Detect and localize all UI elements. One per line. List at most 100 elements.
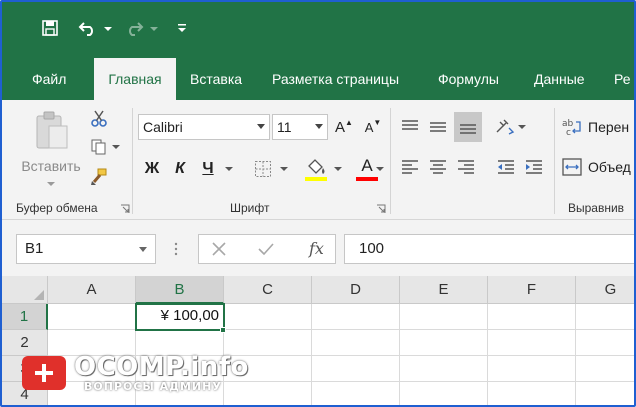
align-top-icon: [401, 120, 419, 134]
orientation-button[interactable]: [492, 114, 528, 140]
tab-home[interactable]: Главная: [94, 58, 176, 100]
align-top-button[interactable]: [398, 114, 422, 140]
column-header-b[interactable]: B: [136, 276, 224, 304]
chevron-down-icon: [139, 247, 147, 252]
cell-b1[interactable]: ¥ 100,00: [135, 303, 225, 331]
format-painter-button[interactable]: [88, 166, 110, 188]
chevron-down-icon: [104, 27, 112, 31]
cell-d1[interactable]: [312, 304, 400, 330]
borders-button[interactable]: [248, 156, 294, 182]
insert-function-icon[interactable]: fx: [309, 239, 324, 258]
wrap-text-label: Перен: [588, 119, 630, 135]
column-header-d[interactable]: D: [312, 276, 400, 304]
chevron-down-icon: [257, 124, 265, 129]
save-button[interactable]: [38, 16, 62, 42]
column-header-e[interactable]: E: [400, 276, 488, 304]
fill-color-button[interactable]: [302, 154, 344, 184]
wrap-text-button[interactable]: ab c Перен: [562, 114, 634, 140]
fill-handle[interactable]: [220, 327, 226, 333]
quick-access-toolbar: [2, 2, 634, 58]
increase-indent-button[interactable]: [522, 154, 546, 180]
bold-button[interactable]: Ж: [140, 156, 164, 182]
font-name-box[interactable]: Calibri: [138, 114, 270, 140]
font-name-value: Calibri: [143, 119, 183, 135]
cell-f1[interactable]: [488, 304, 576, 330]
column-header-g[interactable]: G: [576, 276, 634, 304]
align-middle-icon: [429, 120, 447, 134]
chevron-down-icon: [315, 124, 323, 129]
tab-review[interactable]: Ре: [606, 58, 634, 100]
align-left-button[interactable]: [398, 154, 422, 180]
font-color-dropdown[interactable]: [374, 156, 386, 182]
undo-icon: [78, 20, 98, 39]
cell-a1[interactable]: [48, 304, 136, 330]
column-header-a[interactable]: A: [48, 276, 136, 304]
tab-data[interactable]: Данные: [526, 58, 593, 100]
cell-g1[interactable]: [576, 304, 634, 330]
underline-button[interactable]: Ч: [196, 156, 220, 182]
formula-bar-grip[interactable]: [174, 242, 178, 256]
copy-button[interactable]: [88, 136, 122, 158]
cell-e1[interactable]: [400, 304, 488, 330]
enter-icon[interactable]: [257, 241, 275, 260]
dialog-launcher-icon: [120, 202, 130, 217]
cell-f4[interactable]: [488, 382, 576, 405]
cell-f3[interactable]: [488, 356, 576, 382]
cell-c1[interactable]: [224, 304, 312, 330]
plus-icon: [22, 356, 66, 390]
chevron-down-icon: [47, 182, 55, 186]
svg-text:c: c: [566, 128, 571, 136]
undo-dropdown[interactable]: [102, 16, 114, 42]
row-header-1[interactable]: 1: [2, 304, 48, 330]
name-box-value: B1: [25, 240, 44, 257]
cell-d4[interactable]: [312, 382, 400, 405]
font-size-box[interactable]: 11: [272, 114, 328, 140]
underline-dropdown[interactable]: [222, 156, 236, 182]
copy-icon: [90, 138, 108, 156]
align-middle-button[interactable]: [426, 114, 450, 140]
cell-e4[interactable]: [400, 382, 488, 405]
align-bottom-button[interactable]: [454, 112, 482, 142]
redo-icon: [124, 20, 144, 39]
shrink-font-button[interactable]: A ▼: [362, 116, 384, 138]
paste-button[interactable]: Вставить: [20, 106, 82, 190]
tab-file[interactable]: Файл: [24, 58, 74, 100]
chevron-down-icon: [112, 145, 120, 149]
borders-icon: [254, 160, 272, 178]
undo-button[interactable]: [76, 16, 100, 42]
decrease-indent-button[interactable]: [494, 154, 518, 180]
cell-g3[interactable]: [576, 356, 634, 382]
select-all-button[interactable]: [2, 276, 48, 304]
tab-insert[interactable]: Вставка: [182, 58, 250, 100]
caret-up-icon: ▲: [345, 117, 353, 127]
redo-dropdown[interactable]: [148, 16, 160, 42]
cell-c4[interactable]: [224, 382, 312, 405]
dialog-launcher-icon: [376, 202, 386, 217]
name-box[interactable]: B1: [16, 234, 156, 264]
cell-e2[interactable]: [400, 330, 488, 356]
cancel-icon[interactable]: [211, 241, 227, 260]
cell-d2[interactable]: [312, 330, 400, 356]
customize-qat-button[interactable]: [174, 16, 190, 42]
cell-d3[interactable]: [312, 356, 400, 382]
chevron-down-icon: [518, 125, 526, 129]
clipboard-launcher[interactable]: [120, 202, 130, 213]
cell-g4[interactable]: [576, 382, 634, 405]
column-header-c[interactable]: C: [224, 276, 312, 304]
align-right-button[interactable]: [454, 154, 478, 180]
merge-icon: [562, 158, 582, 176]
italic-button[interactable]: К: [168, 156, 192, 182]
cell-f2[interactable]: [488, 330, 576, 356]
cut-button[interactable]: [88, 108, 110, 130]
cell-g2[interactable]: [576, 330, 634, 356]
align-center-button[interactable]: [426, 154, 450, 180]
redo-button[interactable]: [122, 16, 146, 42]
tab-page-layout[interactable]: Разметка страницы: [264, 58, 407, 100]
cell-e3[interactable]: [400, 356, 488, 382]
font-launcher[interactable]: [376, 202, 386, 213]
grow-font-button[interactable]: A ▲: [334, 116, 354, 138]
formula-input[interactable]: 100: [344, 234, 634, 264]
column-header-f[interactable]: F: [488, 276, 576, 304]
merge-center-button[interactable]: Объед: [562, 154, 634, 180]
tab-formulas[interactable]: Формулы: [430, 58, 507, 100]
